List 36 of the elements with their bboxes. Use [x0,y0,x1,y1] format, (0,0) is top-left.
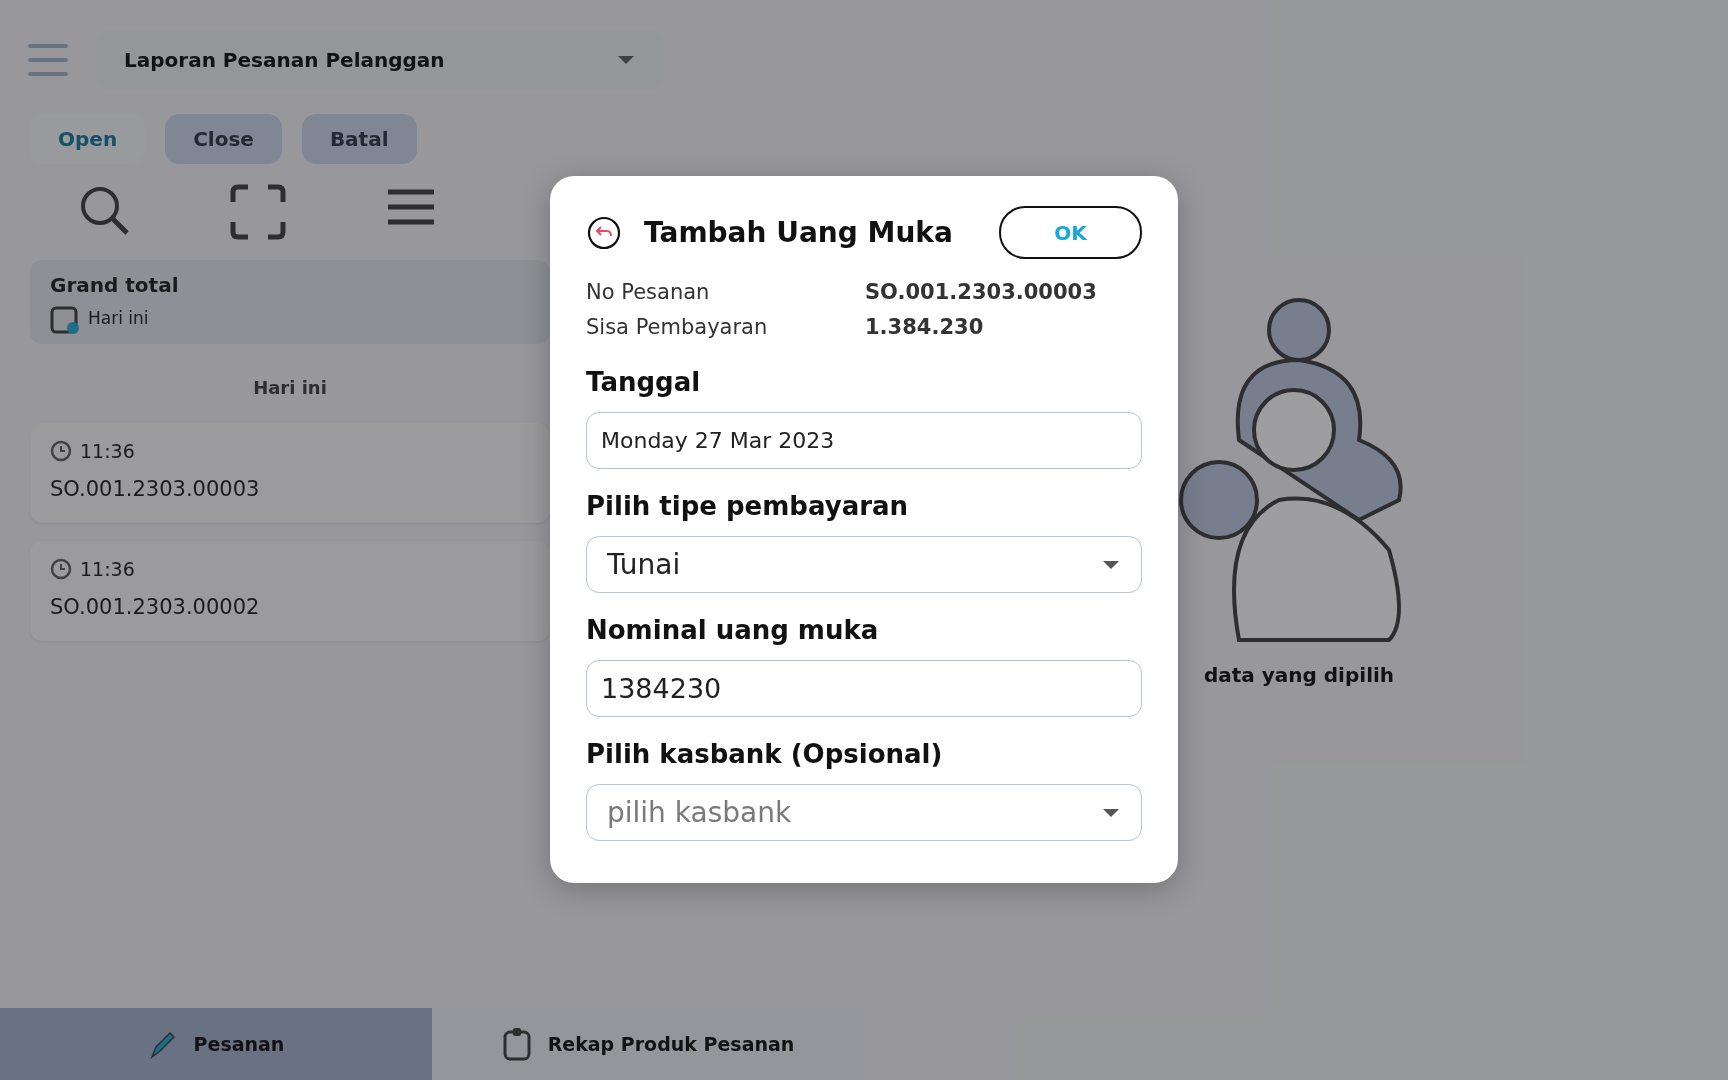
summary-title: Grand total [50,272,180,299]
calendar-icon [50,304,80,334]
clock-icon [50,558,72,581]
clock-icon [50,440,72,463]
info-label: Sisa Pembayaran [586,314,769,341]
order-number: SO.001.2303.00003 [50,475,261,503]
info-value: SO.001.2303.00003 [865,279,1097,306]
order-time: 11:36 [80,557,135,582]
status-tab[interactable]: Close [165,114,282,164]
bottom-nav-tab[interactable]: Pesanan [0,1008,432,1080]
caret-icon [1101,558,1121,571]
status-tab[interactable]: Batal [301,114,417,164]
field-label: Pilih kasbank (Opsional) [586,738,944,771]
order-time: 11:36 [80,439,135,464]
order-card[interactable]: 11:36 SO.001.2303.00002 [30,541,550,641]
period-label: Hari ini [88,307,149,331]
field-label: Tanggal [586,366,702,399]
amount-input-field[interactable]: 1384230 [586,660,1142,717]
date-field[interactable]: Monday 27 Mar 2023 [586,412,1142,469]
order-number: SO.001.2303.00002 [50,593,261,621]
select-dropdown[interactable]: pilih kasbank [586,784,1142,841]
field-label: Pilih tipe pembayaran [586,490,910,523]
info-value: 1.384.230 [865,314,984,341]
caret-icon [616,54,636,66]
section-header: Hari ini [252,376,328,400]
select-dropdown[interactable]: Tunai [586,536,1142,593]
back-arrow-circle-icon[interactable] [586,214,622,251]
info-label: No Pesanan [586,279,711,306]
caret-icon [1101,806,1121,819]
scan-frame-icon[interactable] [230,184,286,240]
order-card[interactable]: 11:36 SO.001.2303.00003 [30,423,550,523]
empty-state-message: data yang dipilih [1203,662,1395,689]
field-label: Nominal uang muka [586,614,880,647]
dialog-title: Tambah Uang Muka [644,214,954,251]
search-icon[interactable] [78,184,130,236]
clipboard-icon [501,1027,532,1061]
